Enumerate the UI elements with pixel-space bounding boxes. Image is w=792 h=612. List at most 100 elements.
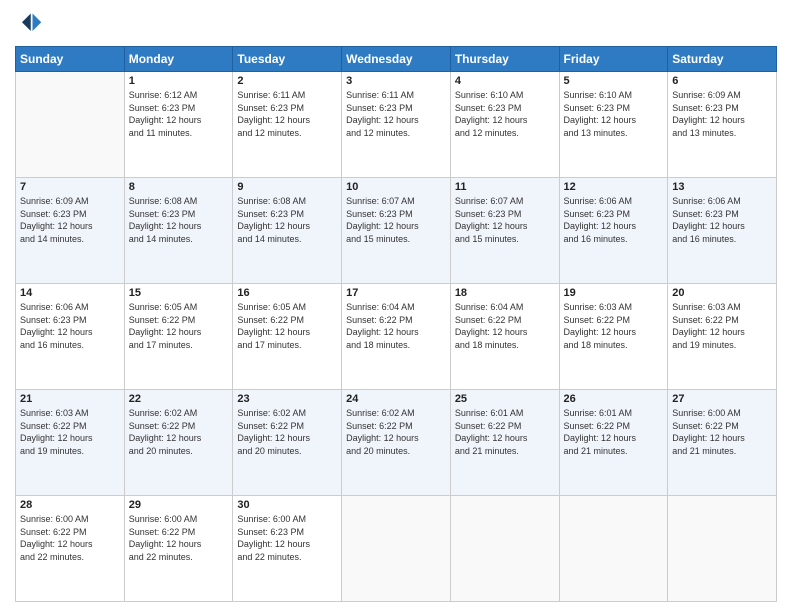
calendar-cell: 1 Sunrise: 6:12 AM Sunset: 6:23 PM Daylig… — [124, 72, 233, 178]
day-number: 14 — [20, 287, 120, 299]
logo-icon — [15, 10, 43, 38]
calendar-cell: 2 Sunrise: 6:11 AM Sunset: 6:23 PM Daylig… — [233, 72, 342, 178]
day-number: 18 — [455, 287, 555, 299]
weekday-header-wednesday: Wednesday — [342, 47, 451, 72]
day-number: 19 — [564, 287, 664, 299]
day-info: Sunrise: 6:12 AM Sunset: 6:23 PM Dayligh… — [129, 89, 229, 139]
day-number: 4 — [455, 75, 555, 87]
day-info: Sunrise: 6:06 AM Sunset: 6:23 PM Dayligh… — [672, 195, 772, 245]
weekday-header-tuesday: Tuesday — [233, 47, 342, 72]
calendar-cell: 7 Sunrise: 6:09 AM Sunset: 6:23 PM Daylig… — [16, 178, 125, 284]
day-number: 22 — [129, 393, 229, 405]
weekday-header-monday: Monday — [124, 47, 233, 72]
day-number: 27 — [672, 393, 772, 405]
day-info: Sunrise: 6:05 AM Sunset: 6:22 PM Dayligh… — [237, 301, 337, 351]
calendar-cell: 25 Sunrise: 6:01 AM Sunset: 6:22 PM Dayli… — [450, 390, 559, 496]
day-info: Sunrise: 6:01 AM Sunset: 6:22 PM Dayligh… — [564, 407, 664, 457]
day-info: Sunrise: 6:07 AM Sunset: 6:23 PM Dayligh… — [455, 195, 555, 245]
day-number: 24 — [346, 393, 446, 405]
calendar-cell: 11 Sunrise: 6:07 AM Sunset: 6:23 PM Dayli… — [450, 178, 559, 284]
day-info: Sunrise: 6:05 AM Sunset: 6:22 PM Dayligh… — [129, 301, 229, 351]
calendar-week-2: 7 Sunrise: 6:09 AM Sunset: 6:23 PM Daylig… — [16, 178, 777, 284]
day-info: Sunrise: 6:00 AM Sunset: 6:22 PM Dayligh… — [20, 513, 120, 563]
day-info: Sunrise: 6:06 AM Sunset: 6:23 PM Dayligh… — [20, 301, 120, 351]
day-info: Sunrise: 6:04 AM Sunset: 6:22 PM Dayligh… — [346, 301, 446, 351]
calendar-table: SundayMondayTuesdayWednesdayThursdayFrid… — [15, 46, 777, 602]
logo — [15, 10, 47, 38]
calendar-cell — [16, 72, 125, 178]
day-number: 21 — [20, 393, 120, 405]
calendar-cell — [668, 496, 777, 602]
day-info: Sunrise: 6:02 AM Sunset: 6:22 PM Dayligh… — [346, 407, 446, 457]
calendar-cell: 8 Sunrise: 6:08 AM Sunset: 6:23 PM Daylig… — [124, 178, 233, 284]
day-number: 10 — [346, 181, 446, 193]
calendar-week-3: 14 Sunrise: 6:06 AM Sunset: 6:23 PM Dayli… — [16, 284, 777, 390]
day-number: 13 — [672, 181, 772, 193]
day-info: Sunrise: 6:09 AM Sunset: 6:23 PM Dayligh… — [672, 89, 772, 139]
weekday-header-saturday: Saturday — [668, 47, 777, 72]
calendar-cell: 30Sunrise: 6:00 AM Sunset: 6:23 PM Dayli… — [233, 496, 342, 602]
day-info: Sunrise: 6:10 AM Sunset: 6:23 PM Dayligh… — [564, 89, 664, 139]
page: SundayMondayTuesdayWednesdayThursdayFrid… — [0, 0, 792, 612]
calendar-cell: 17 Sunrise: 6:04 AM Sunset: 6:22 PM Dayli… — [342, 284, 451, 390]
calendar-cell: 20 Sunrise: 6:03 AM Sunset: 6:22 PM Dayli… — [668, 284, 777, 390]
day-number: 29 — [129, 499, 229, 511]
calendar-cell: 27Sunrise: 6:00 AM Sunset: 6:22 PM Dayli… — [668, 390, 777, 496]
day-info: Sunrise: 6:06 AM Sunset: 6:23 PM Dayligh… — [564, 195, 664, 245]
calendar-cell: 3Sunrise: 6:11 AM Sunset: 6:23 PM Daylig… — [342, 72, 451, 178]
day-number: 3 — [346, 75, 446, 87]
day-number: 7 — [20, 181, 120, 193]
day-number: 25 — [455, 393, 555, 405]
calendar-cell: 12 Sunrise: 6:06 AM Sunset: 6:23 PM Dayli… — [559, 178, 668, 284]
calendar-cell — [450, 496, 559, 602]
calendar-cell: 9 Sunrise: 6:08 AM Sunset: 6:23 PM Daylig… — [233, 178, 342, 284]
day-number: 2 — [237, 75, 337, 87]
day-number: 12 — [564, 181, 664, 193]
day-info: Sunrise: 6:10 AM Sunset: 6:23 PM Dayligh… — [455, 89, 555, 139]
day-info: Sunrise: 6:03 AM Sunset: 6:22 PM Dayligh… — [672, 301, 772, 351]
day-info: Sunrise: 6:03 AM Sunset: 6:22 PM Dayligh… — [564, 301, 664, 351]
day-info: Sunrise: 6:11 AM Sunset: 6:23 PM Dayligh… — [237, 89, 337, 139]
calendar-cell: 24 Sunrise: 6:02 AM Sunset: 6:22 PM Dayli… — [342, 390, 451, 496]
day-number: 28 — [20, 499, 120, 511]
day-info: Sunrise: 6:00 AM Sunset: 6:23 PM Dayligh… — [237, 513, 337, 563]
calendar-header-row: SundayMondayTuesdayWednesdayThursdayFrid… — [16, 47, 777, 72]
day-number: 20 — [672, 287, 772, 299]
calendar-body: 1 Sunrise: 6:12 AM Sunset: 6:23 PM Daylig… — [16, 72, 777, 602]
day-number: 9 — [237, 181, 337, 193]
day-number: 8 — [129, 181, 229, 193]
day-info: Sunrise: 6:07 AM Sunset: 6:23 PM Dayligh… — [346, 195, 446, 245]
calendar-cell: 29Sunrise: 6:00 AM Sunset: 6:22 PM Dayli… — [124, 496, 233, 602]
day-info: Sunrise: 6:04 AM Sunset: 6:22 PM Dayligh… — [455, 301, 555, 351]
day-info: Sunrise: 6:09 AM Sunset: 6:23 PM Dayligh… — [20, 195, 120, 245]
day-number: 15 — [129, 287, 229, 299]
day-number: 23 — [237, 393, 337, 405]
calendar-cell: 14 Sunrise: 6:06 AM Sunset: 6:23 PM Dayli… — [16, 284, 125, 390]
day-number: 17 — [346, 287, 446, 299]
day-number: 1 — [129, 75, 229, 87]
calendar-cell: 21 Sunrise: 6:03 AM Sunset: 6:22 PM Dayli… — [16, 390, 125, 496]
calendar-cell: 15 Sunrise: 6:05 AM Sunset: 6:22 PM Dayli… — [124, 284, 233, 390]
calendar-cell: 5 Sunrise: 6:10 AM Sunset: 6:23 PM Daylig… — [559, 72, 668, 178]
calendar-cell: 28 Sunrise: 6:00 AM Sunset: 6:22 PM Dayli… — [16, 496, 125, 602]
weekday-header-sunday: Sunday — [16, 47, 125, 72]
calendar-cell: 4 Sunrise: 6:10 AM Sunset: 6:23 PM Daylig… — [450, 72, 559, 178]
calendar-cell: 19 Sunrise: 6:03 AM Sunset: 6:22 PM Dayli… — [559, 284, 668, 390]
day-info: Sunrise: 6:03 AM Sunset: 6:22 PM Dayligh… — [20, 407, 120, 457]
calendar-cell: 16Sunrise: 6:05 AM Sunset: 6:22 PM Dayli… — [233, 284, 342, 390]
calendar-cell: 13 Sunrise: 6:06 AM Sunset: 6:23 PM Dayli… — [668, 178, 777, 284]
day-info: Sunrise: 6:01 AM Sunset: 6:22 PM Dayligh… — [455, 407, 555, 457]
day-number: 11 — [455, 181, 555, 193]
day-number: 26 — [564, 393, 664, 405]
calendar-cell — [559, 496, 668, 602]
calendar-week-4: 21 Sunrise: 6:03 AM Sunset: 6:22 PM Dayli… — [16, 390, 777, 496]
calendar-cell: 23Sunrise: 6:02 AM Sunset: 6:22 PM Dayli… — [233, 390, 342, 496]
calendar-cell: 22 Sunrise: 6:02 AM Sunset: 6:22 PM Dayli… — [124, 390, 233, 496]
day-number: 5 — [564, 75, 664, 87]
day-info: Sunrise: 6:08 AM Sunset: 6:23 PM Dayligh… — [237, 195, 337, 245]
calendar-cell: 10 Sunrise: 6:07 AM Sunset: 6:23 PM Dayli… — [342, 178, 451, 284]
day-info: Sunrise: 6:02 AM Sunset: 6:22 PM Dayligh… — [129, 407, 229, 457]
calendar-cell — [342, 496, 451, 602]
day-info: Sunrise: 6:08 AM Sunset: 6:23 PM Dayligh… — [129, 195, 229, 245]
calendar-cell: 18 Sunrise: 6:04 AM Sunset: 6:22 PM Dayli… — [450, 284, 559, 390]
